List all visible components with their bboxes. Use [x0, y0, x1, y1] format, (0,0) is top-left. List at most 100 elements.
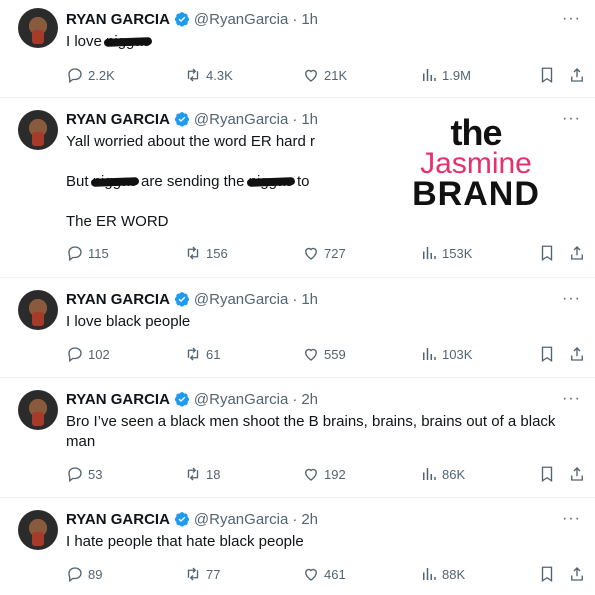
like-button[interactable]: 461: [302, 565, 346, 583]
the-jasmine-brand-watermark: the Jasmine BRAND: [396, 115, 556, 212]
bookmark-icon[interactable]: [538, 565, 556, 588]
tweet-5[interactable]: RYAN GARCIA @RyanGarcia · 2h ··· I hate …: [0, 498, 595, 595]
tweet-time[interactable]: 1h: [301, 11, 318, 28]
bookmark-icon[interactable]: [538, 345, 556, 368]
like-button[interactable]: 559: [302, 345, 346, 363]
like-button[interactable]: 21K: [302, 66, 347, 84]
views-button[interactable]: 153K: [420, 244, 472, 262]
tweet-time[interactable]: 2h: [301, 391, 318, 408]
author-handle[interactable]: @RyanGarcia: [194, 511, 288, 528]
like-count: 21K: [324, 67, 348, 83]
tweet-header: RYAN GARCIA @RyanGarcia · 1h: [66, 8, 318, 30]
tweet-header: RYAN GARCIA @RyanGarcia · 2h: [66, 388, 318, 410]
views-chart-icon: [423, 468, 436, 480]
repost-count: 4.3K: [206, 67, 233, 83]
avatar[interactable]: [18, 290, 58, 330]
reply-button[interactable]: 115: [66, 244, 109, 262]
avatar[interactable]: [18, 390, 58, 430]
tweet-time[interactable]: 1h: [301, 291, 318, 308]
share-icon[interactable]: [568, 565, 586, 588]
author-name[interactable]: RYAN GARCIA: [66, 391, 170, 408]
tweet-text: I love niggas: [66, 32, 569, 52]
more-options-icon[interactable]: ···: [562, 290, 581, 308]
repost-count: 156: [206, 245, 228, 261]
tweet-text: I love black people: [66, 313, 191, 330]
tweet-time[interactable]: 1h: [301, 111, 318, 128]
tweet-header: RYAN GARCIA @RyanGarcia · 1h: [66, 108, 318, 130]
separator-dot: ·: [292, 10, 298, 28]
redacted-word: niggas: [106, 33, 151, 50]
like-count: 192: [324, 466, 346, 482]
author-handle[interactable]: @RyanGarcia: [194, 111, 288, 128]
share-icon[interactable]: [568, 345, 586, 368]
tweet-4[interactable]: RYAN GARCIA @RyanGarcia · 2h ··· Bro I’v…: [0, 378, 595, 498]
avatar[interactable]: [18, 8, 58, 48]
views-count: 86K: [442, 466, 466, 482]
repost-icon: [187, 567, 199, 581]
views-button[interactable]: 1.9M: [420, 66, 471, 84]
tweet-text-part: I love: [66, 33, 107, 50]
reply-icon: [68, 347, 82, 363]
tweet-1[interactable]: RYAN GARCIA @RyanGarcia · 1h ··· I love …: [0, 0, 595, 97]
reply-button[interactable]: 102: [66, 345, 110, 363]
tweet-actions: 115 156 727 153K: [66, 244, 586, 264]
author-handle[interactable]: @RyanGarcia: [194, 291, 288, 308]
author-handle[interactable]: @RyanGarcia: [194, 391, 288, 408]
reply-count: 102: [88, 346, 110, 362]
share-icon[interactable]: [568, 244, 586, 267]
tweet-text-part: But: [66, 173, 93, 190]
reply-button[interactable]: 2.2K: [66, 66, 115, 84]
separator-dot: ·: [292, 390, 298, 408]
reply-icon: [68, 246, 82, 262]
views-count: 1.9M: [442, 67, 471, 83]
tweet-text-part: are sending the: [136, 173, 249, 190]
repost-icon: [187, 68, 199, 82]
like-count: 461: [324, 566, 346, 582]
author-name[interactable]: RYAN GARCIA: [66, 111, 170, 128]
heart-icon: [305, 468, 317, 481]
author-name[interactable]: RYAN GARCIA: [66, 11, 170, 28]
repost-button[interactable]: 61: [184, 345, 220, 363]
tweet-time[interactable]: 2h: [301, 511, 318, 528]
views-count: 153K: [442, 245, 473, 261]
views-chart-icon: [423, 69, 436, 81]
tweet-header: RYAN GARCIA @RyanGarcia · 1h: [66, 288, 318, 310]
bookmark-icon[interactable]: [538, 66, 556, 89]
avatar[interactable]: [18, 110, 58, 150]
repost-button[interactable]: 18: [184, 465, 220, 483]
more-options-icon[interactable]: ···: [562, 390, 581, 408]
views-button[interactable]: 86K: [420, 465, 465, 483]
like-count: 727: [324, 245, 346, 261]
views-button[interactable]: 103K: [420, 345, 472, 363]
bookmark-icon[interactable]: [538, 465, 556, 488]
tweet-3[interactable]: RYAN GARCIA @RyanGarcia · 1h ··· I love …: [0, 278, 595, 378]
more-options-icon[interactable]: ···: [562, 10, 581, 28]
repost-button[interactable]: 156: [184, 244, 228, 262]
repost-button[interactable]: 77: [184, 565, 220, 583]
author-handle[interactable]: @RyanGarcia: [194, 11, 288, 28]
repost-button[interactable]: 4.3K: [184, 66, 233, 84]
author-name[interactable]: RYAN GARCIA: [66, 291, 170, 308]
reply-button[interactable]: 89: [66, 565, 102, 583]
like-button[interactable]: 192: [302, 465, 346, 483]
verified-badge-icon: [174, 512, 189, 527]
reply-button[interactable]: 53: [66, 465, 102, 483]
like-button[interactable]: 727: [302, 244, 346, 262]
redacted-word: niggas: [92, 173, 137, 190]
reply-icon: [68, 567, 82, 583]
share-icon[interactable]: [568, 66, 586, 89]
verified-badge-icon: [174, 112, 189, 127]
reply-icon: [68, 467, 82, 483]
bookmark-icon[interactable]: [538, 244, 556, 267]
views-button[interactable]: 88K: [420, 565, 465, 583]
verified-badge-icon: [174, 392, 189, 407]
reply-count: 2.2K: [88, 67, 115, 83]
tweet-header: RYAN GARCIA @RyanGarcia · 2h: [66, 508, 318, 530]
more-options-icon[interactable]: ···: [562, 510, 581, 528]
share-icon[interactable]: [568, 465, 586, 488]
avatar[interactable]: [18, 510, 58, 550]
tweet-actions: 2.2K 4.3K 21K 1.9M: [66, 66, 586, 86]
repost-count: 18: [206, 466, 221, 482]
author-name[interactable]: RYAN GARCIA: [66, 511, 170, 528]
more-options-icon[interactable]: ···: [562, 110, 581, 128]
